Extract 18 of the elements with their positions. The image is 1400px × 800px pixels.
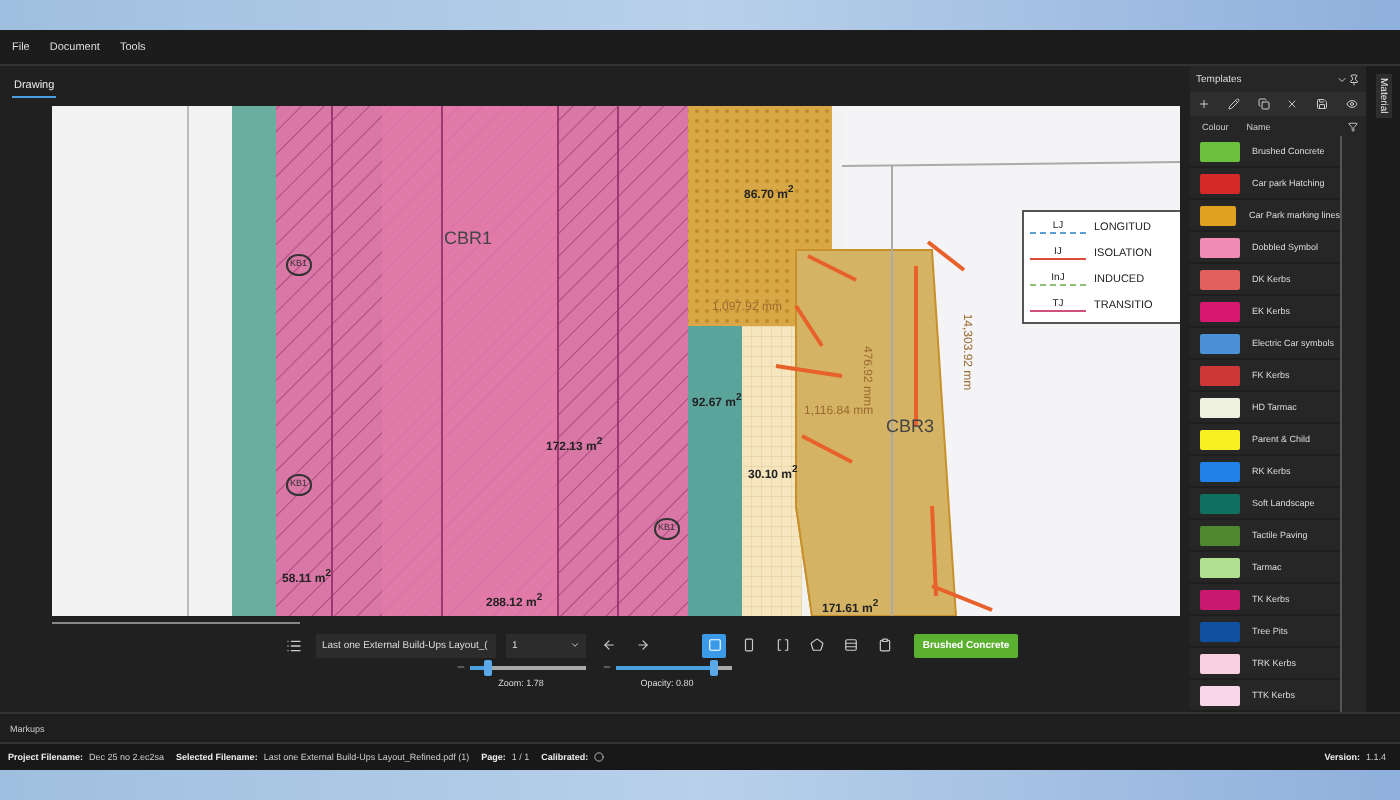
zone-label: CBR3 [886, 418, 935, 436]
close-icon[interactable] [1286, 98, 1299, 111]
add-icon[interactable] [1198, 98, 1211, 111]
minus-icon [602, 662, 612, 672]
save-icon[interactable] [1315, 98, 1328, 111]
caret-icon [570, 640, 580, 650]
copy-icon[interactable] [1257, 98, 1270, 111]
slider-thumb[interactable] [710, 659, 719, 675]
pencil-icon[interactable] [1227, 98, 1240, 111]
zone-label: CBR1 [444, 230, 493, 248]
pin-icon[interactable] [1348, 73, 1360, 86]
minus-icon [456, 662, 466, 672]
tool-icon[interactable] [702, 633, 726, 657]
caret-icon[interactable] [1336, 73, 1348, 86]
slider-thumb[interactable] [483, 659, 492, 675]
eye-icon[interactable] [1345, 98, 1358, 111]
scrollbar[interactable] [52, 621, 300, 623]
filter-icon[interactable] [1348, 121, 1358, 131]
